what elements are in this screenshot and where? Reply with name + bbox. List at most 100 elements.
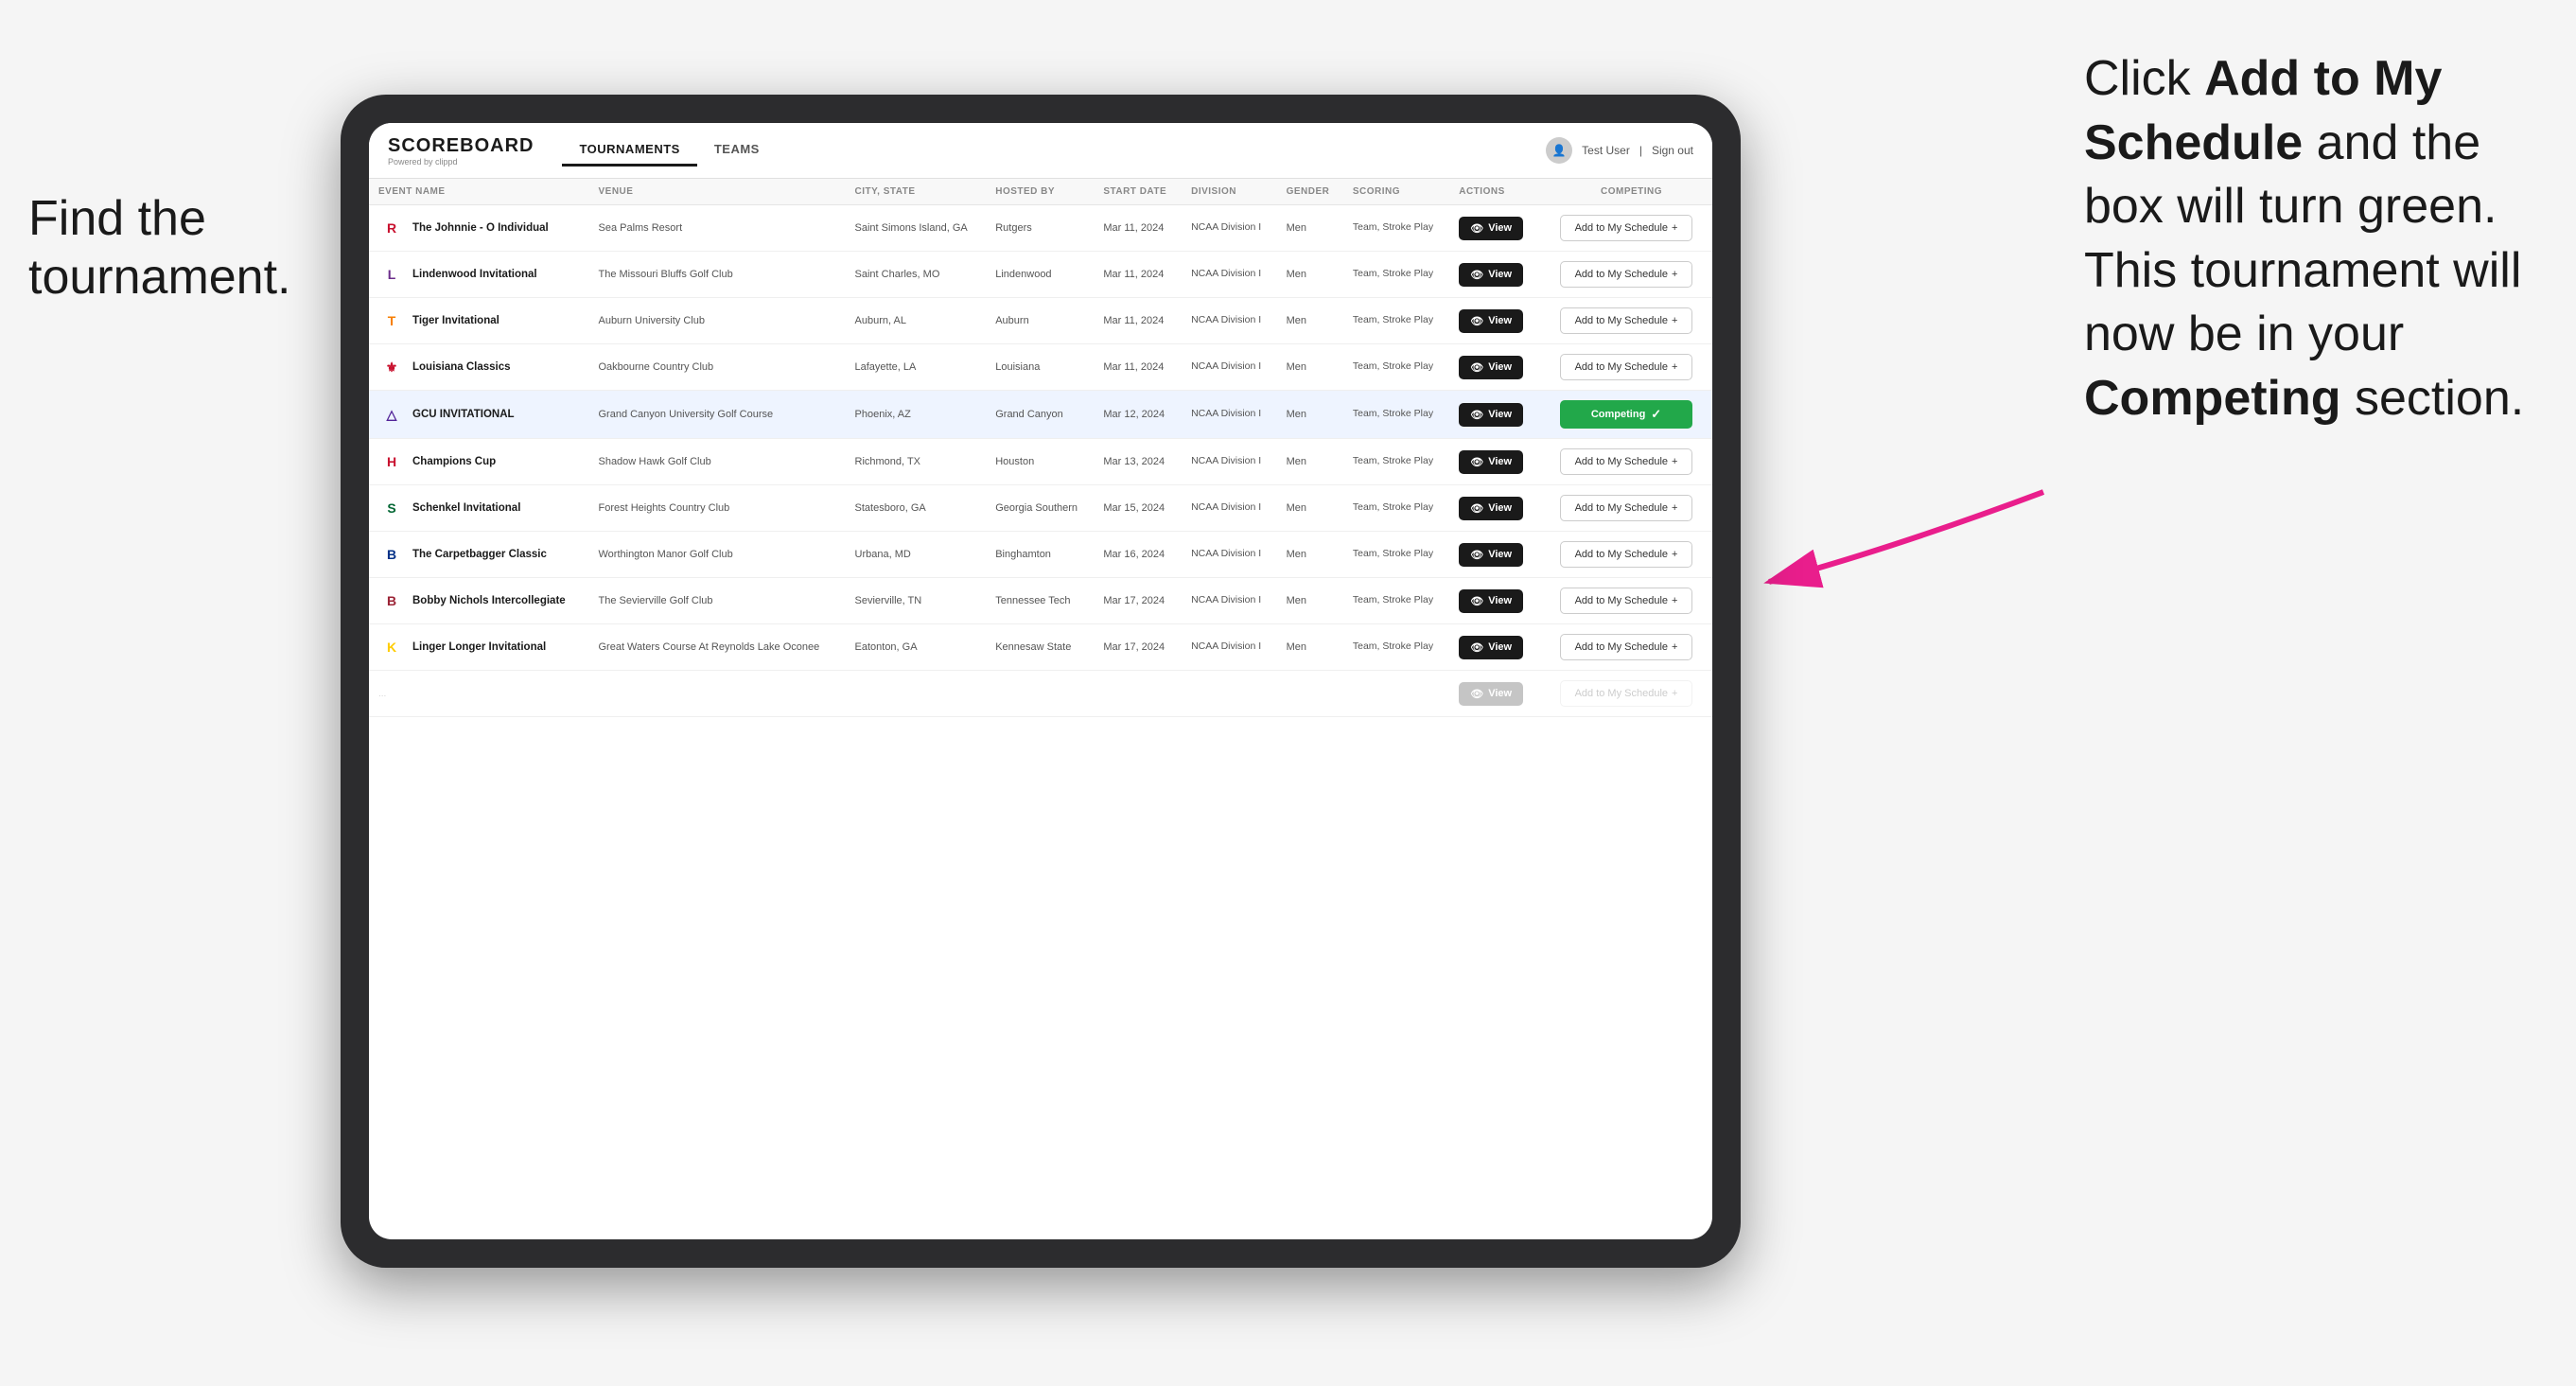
view-button[interactable]: 👁 View: [1459, 450, 1523, 474]
team-logo: △: [378, 401, 405, 428]
view-button[interactable]: 👁 View: [1459, 356, 1523, 379]
city-state: Sevierville, TN: [855, 595, 922, 606]
table-body: R The Johnnie - O Individual Sea Palms R…: [369, 205, 1712, 717]
actions-cell: 👁 View: [1449, 298, 1551, 344]
add-schedule-button[interactable]: Add to My Schedule +: [1560, 541, 1692, 568]
venue: Oakbourne Country Club: [598, 361, 713, 373]
view-button[interactable]: 👁 View: [1459, 309, 1523, 333]
view-button[interactable]: 👁 View: [1459, 497, 1523, 520]
hosted-by: Binghamton: [995, 549, 1051, 560]
add-schedule-label: Add to My Schedule: [1575, 641, 1668, 653]
eye-icon: 👁: [1470, 409, 1483, 421]
team-logo: H: [378, 448, 405, 475]
add-schedule-button[interactable]: Add to My Schedule +: [1560, 680, 1692, 707]
venue: Grand Canyon University Golf Course: [598, 409, 773, 420]
actions-cell: 👁 View: [1449, 205, 1551, 252]
hosted-by: Georgia Southern: [995, 502, 1078, 514]
annotation-left: Find the tournament.: [28, 189, 291, 307]
division: NCAA Division I: [1191, 640, 1261, 652]
view-label: View: [1488, 595, 1512, 606]
view-button[interactable]: 👁 View: [1459, 543, 1523, 567]
view-label: View: [1488, 456, 1512, 467]
scoring: Team, Stroke Play: [1353, 408, 1433, 419]
team-logo: K: [378, 634, 405, 660]
event-name: Schenkel Invitational: [412, 502, 520, 514]
add-schedule-button[interactable]: Add to My Schedule +: [1560, 634, 1692, 660]
add-schedule-button[interactable]: Add to My Schedule +: [1560, 307, 1692, 334]
table-row: B The Carpetbagger Classic Worthington M…: [369, 532, 1712, 578]
team-logo: ⚜: [378, 354, 405, 380]
scoring: Team, Stroke Play: [1353, 314, 1433, 325]
eye-icon: 👁: [1470, 502, 1483, 515]
event-cell: K Linger Longer Invitational: [378, 634, 579, 660]
competing-cell: Add to My Schedule +: [1551, 298, 1712, 344]
add-schedule-label: Add to My Schedule: [1575, 222, 1668, 234]
tab-tournaments[interactable]: TOURNAMENTS: [562, 134, 696, 167]
col-start-date: START DATE: [1094, 179, 1182, 205]
col-actions: ACTIONS: [1449, 179, 1551, 205]
logo-sub: Powered by clippd: [388, 157, 534, 167]
event-cell: R The Johnnie - O Individual: [378, 215, 579, 241]
hosted-by: Louisiana: [995, 361, 1040, 373]
hosted-by: Auburn: [995, 315, 1028, 326]
table-row: S Schenkel Invitational Forest Heights C…: [369, 485, 1712, 532]
competing-cell: Add to My Schedule +: [1551, 205, 1712, 252]
user-name: Test User: [1582, 144, 1630, 157]
event-cell: ⚜ Louisiana Classics: [378, 354, 579, 380]
competing-button[interactable]: Competing ✓: [1560, 400, 1692, 429]
logo-text: SCOREBOARD: [388, 135, 534, 157]
eye-icon: 👁: [1470, 361, 1483, 374]
view-button[interactable]: 👁 View: [1459, 403, 1523, 427]
tablet-screen: SCOREBOARD Powered by clippd TOURNAMENTS…: [369, 123, 1712, 1239]
event-name: The Johnnie - O Individual: [412, 222, 549, 234]
col-city-state: CITY, STATE: [846, 179, 987, 205]
tab-teams[interactable]: TEAMS: [697, 134, 777, 167]
venue: Sea Palms Resort: [598, 222, 682, 234]
event-name: Bobby Nichols Intercollegiate: [412, 595, 566, 606]
actions-cell: 👁 View: [1449, 532, 1551, 578]
separator: |: [1639, 144, 1642, 157]
plus-icon: +: [1672, 502, 1677, 514]
eye-icon: 👁: [1470, 641, 1483, 654]
actions-cell: 👁 View: [1449, 624, 1551, 671]
plus-icon: +: [1672, 549, 1677, 560]
hosted-by: Houston: [995, 456, 1034, 467]
venue: Auburn University Club: [598, 315, 705, 326]
team-logo: B: [378, 541, 405, 568]
add-schedule-button[interactable]: Add to My Schedule +: [1560, 495, 1692, 521]
event-cell: L Lindenwood Invitational: [378, 261, 579, 288]
col-event-name: EVENT NAME: [369, 179, 588, 205]
division: NCAA Division I: [1191, 455, 1261, 466]
city-state: Richmond, TX: [855, 456, 921, 467]
eye-icon: 👁: [1470, 595, 1483, 607]
view-button[interactable]: 👁 View: [1459, 589, 1523, 613]
view-button[interactable]: 👁 View: [1459, 217, 1523, 240]
col-competing: COMPETING: [1551, 179, 1712, 205]
start-date: Mar 17, 2024: [1103, 595, 1165, 606]
add-schedule-button[interactable]: Add to My Schedule +: [1560, 215, 1692, 241]
view-label: View: [1488, 315, 1512, 326]
add-schedule-button[interactable]: Add to My Schedule +: [1560, 588, 1692, 614]
view-button[interactable]: 👁 View: [1459, 682, 1523, 706]
sign-out-link[interactable]: Sign out: [1652, 144, 1693, 157]
gender: Men: [1287, 409, 1306, 420]
view-button[interactable]: 👁 View: [1459, 263, 1523, 287]
scoring: Team, Stroke Play: [1353, 360, 1433, 372]
city-state: Eatonton, GA: [855, 641, 918, 653]
view-button[interactable]: 👁 View: [1459, 636, 1523, 659]
table-header-row: EVENT NAME VENUE CITY, STATE HOSTED BY S…: [369, 179, 1712, 205]
event-name: Champions Cup: [412, 456, 496, 467]
actions-cell: 👁 View: [1449, 252, 1551, 298]
col-division: DIVISION: [1182, 179, 1277, 205]
hosted-by: Grand Canyon: [995, 409, 1063, 420]
venue: The Missouri Bluffs Golf Club: [598, 269, 732, 280]
city-state: Auburn, AL: [855, 315, 906, 326]
plus-icon: +: [1672, 361, 1677, 373]
start-date: Mar 11, 2024: [1103, 315, 1164, 326]
table-row: ... 👁 View Add to My Schedule +: [369, 671, 1712, 717]
add-schedule-button[interactable]: Add to My Schedule +: [1560, 448, 1692, 475]
add-schedule-button[interactable]: Add to My Schedule +: [1560, 261, 1692, 288]
gender: Men: [1287, 361, 1306, 373]
gender: Men: [1287, 502, 1306, 514]
add-schedule-button[interactable]: Add to My Schedule +: [1560, 354, 1692, 380]
